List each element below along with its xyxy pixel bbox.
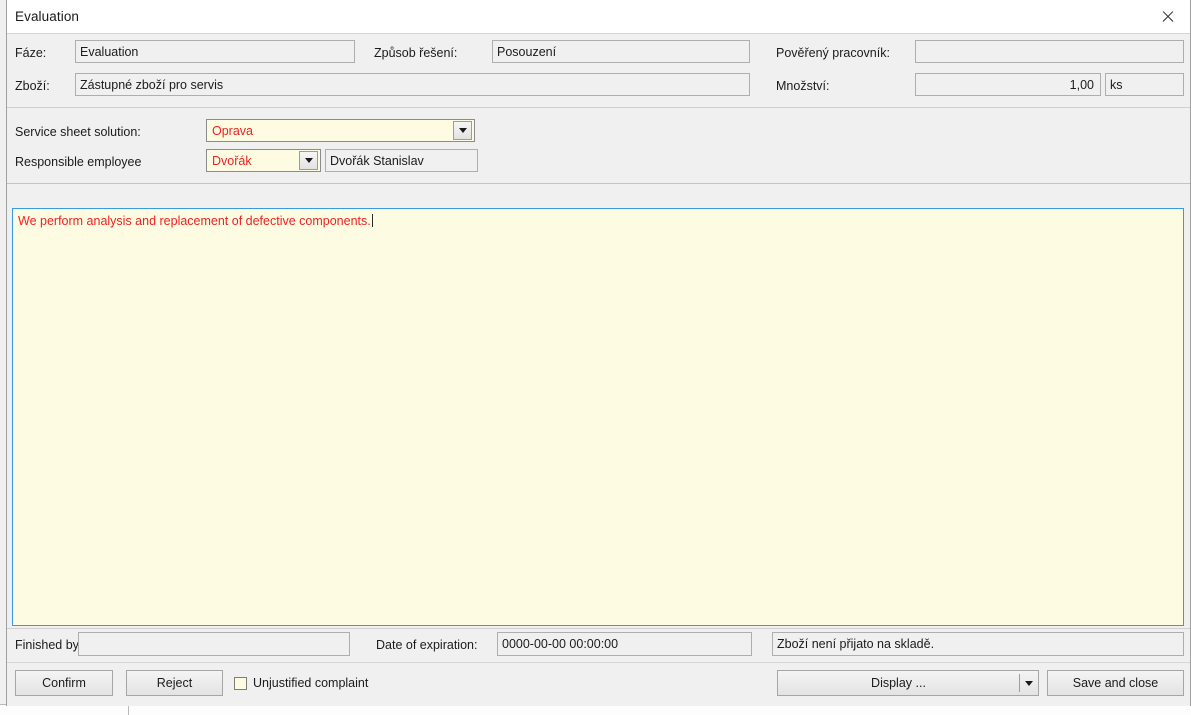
evaluation-note-textarea[interactable]: We perform analysis and replacement of d… bbox=[12, 208, 1184, 626]
solution-panel: Service sheet solution: Oprava Responsib… bbox=[7, 108, 1190, 184]
finished-by-label: Finished by bbox=[15, 638, 79, 652]
date-of-expiration-field: 0000-00-00 00:00:00 bbox=[497, 632, 752, 656]
assigned-worker-field bbox=[915, 40, 1184, 63]
date-of-expiration-label: Date of expiration: bbox=[376, 638, 478, 652]
unjustified-complaint-checkbox[interactable] bbox=[234, 676, 247, 690]
stock-status-message: Zboží není přijato na skladě. bbox=[772, 632, 1184, 656]
footer-panel: Confirm Reject Unjustified complaint Dis… bbox=[7, 662, 1190, 706]
confirm-button[interactable]: Confirm bbox=[15, 670, 113, 696]
quantity-field: 1,00 bbox=[915, 73, 1101, 96]
service-sheet-solution-label: Service sheet solution: bbox=[15, 125, 141, 139]
close-icon bbox=[1161, 10, 1174, 23]
display-button[interactable]: Display ... bbox=[778, 671, 1019, 695]
evaluation-dialog: Evaluation Fáze: Evaluation Způsob řešen… bbox=[6, 0, 1191, 706]
display-dropdown-button[interactable] bbox=[1020, 671, 1038, 695]
title-bar: Evaluation bbox=[7, 0, 1190, 34]
phase-label: Fáze: bbox=[15, 46, 47, 60]
phase-field: Evaluation bbox=[75, 40, 355, 63]
save-and-close-button[interactable]: Save and close bbox=[1047, 670, 1184, 696]
responsible-employee-dropdown-button[interactable] bbox=[299, 151, 318, 170]
reject-button[interactable]: Reject bbox=[126, 670, 223, 696]
close-button[interactable] bbox=[1144, 0, 1190, 32]
window-title: Evaluation bbox=[15, 9, 80, 24]
unjustified-complaint-label: Unjustified complaint bbox=[253, 676, 369, 690]
service-sheet-solution-dropdown-button[interactable] bbox=[453, 121, 472, 140]
responsible-employee-label: Responsible employee bbox=[15, 155, 142, 169]
background-status-divider bbox=[128, 705, 129, 715]
service-sheet-solution-value: Oprava bbox=[212, 123, 253, 138]
responsible-employee-fullname-field: Dvořák Stanislav bbox=[325, 149, 478, 172]
assigned-worker-label: Pověřený pracovník: bbox=[776, 46, 890, 60]
display-split-button[interactable]: Display ... bbox=[777, 670, 1039, 696]
chevron-down-icon bbox=[458, 128, 467, 133]
responsible-employee-value: Dvořák bbox=[212, 153, 252, 168]
solution-method-field: Posouzení bbox=[492, 40, 750, 63]
chevron-down-icon bbox=[1025, 680, 1033, 686]
responsible-employee-select[interactable]: Dvořák bbox=[206, 149, 321, 172]
unjustified-complaint-checkbox-row[interactable]: Unjustified complaint bbox=[234, 676, 368, 690]
goods-label: Zboží: bbox=[15, 79, 50, 93]
status-panel: Finished by Date of expiration: 0000-00-… bbox=[7, 628, 1190, 663]
header-fields-panel: Fáze: Evaluation Způsob řešení: Posouzen… bbox=[7, 34, 1190, 108]
chevron-down-icon bbox=[304, 158, 313, 163]
solution-method-label: Způsob řešení: bbox=[374, 46, 458, 60]
service-sheet-solution-select[interactable]: Oprava bbox=[206, 119, 475, 142]
quantity-label: Množství: bbox=[776, 79, 830, 93]
goods-field: Zástupné zboží pro servis bbox=[75, 73, 750, 96]
finished-by-field[interactable] bbox=[78, 632, 350, 656]
evaluation-note-text: We perform analysis and replacement of d… bbox=[18, 214, 371, 228]
quantity-unit-field: ks bbox=[1105, 73, 1184, 96]
text-cursor bbox=[371, 214, 373, 227]
